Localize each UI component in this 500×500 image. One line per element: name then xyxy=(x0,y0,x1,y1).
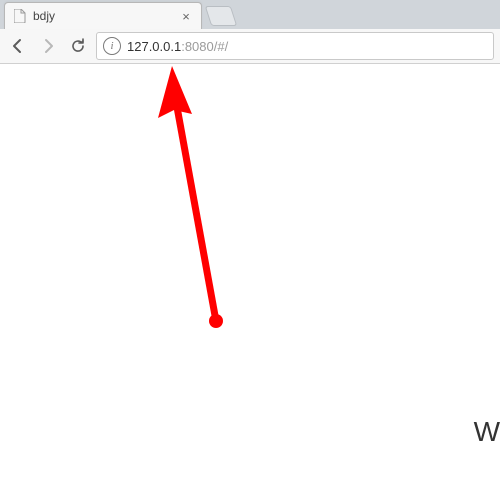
new-tab-button[interactable] xyxy=(205,6,237,26)
file-icon xyxy=(13,9,27,23)
address-bar[interactable]: i 127.0.0.1:8080/#/ xyxy=(96,32,494,60)
page-content: W xyxy=(0,64,500,500)
toolbar: i 127.0.0.1:8080/#/ xyxy=(0,29,500,63)
page-heading-fragment: W xyxy=(474,416,500,448)
site-info-icon[interactable]: i xyxy=(103,37,121,55)
forward-button[interactable] xyxy=(36,34,60,58)
url-path: :8080/#/ xyxy=(181,39,228,54)
url-text: 127.0.0.1:8080/#/ xyxy=(127,39,487,54)
reload-button[interactable] xyxy=(66,34,90,58)
url-host: 127.0.0.1 xyxy=(127,39,181,54)
browser-chrome: bdjy × i 127.0.0.1:8080/#/ xyxy=(0,0,500,64)
browser-tab[interactable]: bdjy × xyxy=(4,2,202,29)
back-button[interactable] xyxy=(6,34,30,58)
tab-strip: bdjy × xyxy=(0,0,500,29)
close-icon[interactable]: × xyxy=(179,9,193,23)
tab-title: bdjy xyxy=(33,9,173,23)
